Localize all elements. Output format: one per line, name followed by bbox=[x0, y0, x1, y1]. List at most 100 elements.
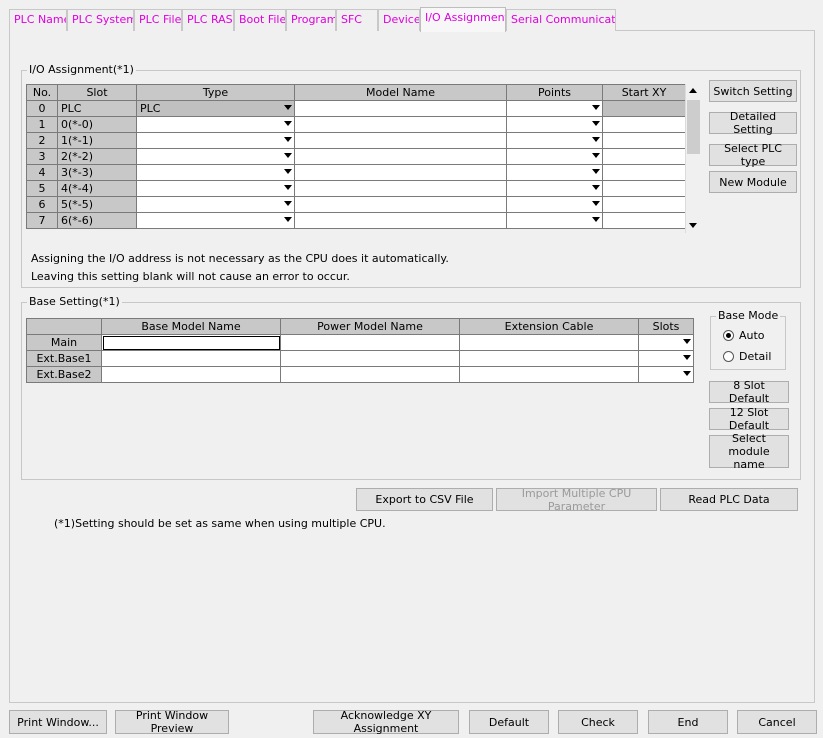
io-table-scrollbar[interactable] bbox=[685, 84, 701, 233]
type-value bbox=[138, 134, 141, 147]
start-xy-cell[interactable] bbox=[602, 132, 686, 149]
chevron-down-icon[interactable] bbox=[284, 105, 292, 110]
points-select[interactable] bbox=[506, 180, 603, 197]
model-name-cell[interactable] bbox=[294, 212, 507, 229]
chevron-down-icon[interactable] bbox=[592, 217, 600, 222]
points-select[interactable] bbox=[506, 132, 603, 149]
power-model-value bbox=[282, 336, 285, 349]
start-xy-cell[interactable] bbox=[602, 164, 686, 181]
points-select[interactable] bbox=[506, 100, 603, 117]
extension-cable-cell[interactable] bbox=[459, 334, 639, 351]
8-slot-default-button[interactable]: 8 Slot Default bbox=[709, 379, 789, 405]
model-name-cell[interactable] bbox=[294, 100, 507, 117]
extension-cable-cell[interactable] bbox=[459, 350, 639, 367]
print-window-button[interactable]: Print Window... bbox=[9, 710, 107, 734]
points-select[interactable] bbox=[506, 164, 603, 181]
default-button[interactable]: Default bbox=[469, 710, 549, 734]
row-number: 0 bbox=[26, 100, 58, 117]
base-mode-auto-radio[interactable]: Auto bbox=[723, 329, 765, 342]
start-xy-cell[interactable] bbox=[602, 116, 686, 133]
type-select[interactable] bbox=[136, 196, 295, 213]
chevron-down-icon[interactable] bbox=[683, 371, 691, 376]
slots-select[interactable] bbox=[638, 334, 694, 351]
chevron-down-icon[interactable] bbox=[592, 121, 600, 126]
read-plc-data-button[interactable]: Read PLC Data bbox=[660, 488, 798, 511]
tab-sfc[interactable]: SFC bbox=[336, 9, 378, 31]
tab-device[interactable]: Device bbox=[378, 9, 420, 31]
type-select[interactable] bbox=[136, 212, 295, 229]
type-select[interactable] bbox=[136, 148, 295, 165]
points-select[interactable] bbox=[506, 212, 603, 229]
start-xy-cell[interactable] bbox=[602, 196, 686, 213]
model-name-cell[interactable] bbox=[294, 116, 507, 133]
chevron-down-icon[interactable] bbox=[284, 153, 292, 158]
model-name-cell[interactable] bbox=[294, 180, 507, 197]
tab-serial-communication[interactable]: Serial Communication bbox=[506, 9, 616, 31]
chevron-down-icon[interactable] bbox=[284, 201, 292, 206]
chevron-down-icon[interactable] bbox=[683, 355, 691, 360]
switch-setting-button[interactable]: Switch Setting bbox=[709, 80, 797, 102]
base-model-cell[interactable] bbox=[101, 334, 281, 351]
start-xy-cell[interactable] bbox=[602, 100, 686, 117]
new-module-button[interactable]: New Module bbox=[709, 171, 797, 193]
chevron-down-icon[interactable] bbox=[284, 185, 292, 190]
model-name-cell[interactable] bbox=[294, 148, 507, 165]
type-select[interactable] bbox=[136, 180, 295, 197]
end-button[interactable]: End bbox=[648, 710, 728, 734]
tab-io-assignment[interactable]: I/O Assignment bbox=[420, 7, 506, 32]
tab-program[interactable]: Program bbox=[286, 9, 336, 31]
scroll-down-icon[interactable] bbox=[689, 223, 697, 228]
points-select[interactable] bbox=[506, 196, 603, 213]
extension-cable-cell[interactable] bbox=[459, 366, 639, 383]
chevron-down-icon[interactable] bbox=[592, 137, 600, 142]
type-select[interactable] bbox=[136, 164, 295, 181]
start-xy-cell[interactable] bbox=[602, 180, 686, 197]
start-xy-cell[interactable] bbox=[602, 148, 686, 165]
base-model-cell[interactable] bbox=[101, 366, 281, 383]
power-model-cell[interactable] bbox=[280, 334, 460, 351]
chevron-down-icon[interactable] bbox=[284, 121, 292, 126]
chevron-down-icon[interactable] bbox=[592, 185, 600, 190]
power-model-cell[interactable] bbox=[280, 350, 460, 367]
base-model-cell[interactable] bbox=[101, 350, 281, 367]
type-select[interactable] bbox=[136, 132, 295, 149]
12-slot-default-button[interactable]: 12 Slot Default bbox=[709, 406, 789, 432]
select-module-name-button[interactable]: Select module name bbox=[709, 432, 789, 471]
scroll-up-icon[interactable] bbox=[689, 88, 697, 93]
tab-plc-file[interactable]: PLC File bbox=[134, 9, 182, 31]
tab-plc-system[interactable]: PLC System bbox=[67, 9, 134, 31]
chevron-down-icon[interactable] bbox=[683, 339, 691, 344]
type-select[interactable]: PLC bbox=[136, 100, 295, 117]
cancel-button[interactable]: Cancel bbox=[737, 710, 817, 734]
scrollbar-thumb[interactable] bbox=[687, 100, 700, 154]
slots-select[interactable] bbox=[638, 366, 694, 383]
detailed-setting-button[interactable]: Detailed Setting bbox=[709, 110, 797, 136]
print-window-preview-button[interactable]: Print Window Preview bbox=[115, 709, 229, 735]
model-name-cell[interactable] bbox=[294, 196, 507, 213]
tab-boot-file[interactable]: Boot File bbox=[234, 9, 286, 31]
chevron-down-icon[interactable] bbox=[284, 217, 292, 222]
radio-checked-icon[interactable] bbox=[723, 330, 734, 341]
model-name-cell[interactable] bbox=[294, 132, 507, 149]
acknowledge-xy-assignment-button[interactable]: Acknowledge XY Assignment bbox=[313, 709, 459, 735]
chevron-down-icon[interactable] bbox=[284, 169, 292, 174]
power-model-cell[interactable] bbox=[280, 366, 460, 383]
points-select[interactable] bbox=[506, 116, 603, 133]
chevron-down-icon[interactable] bbox=[592, 201, 600, 206]
chevron-down-icon[interactable] bbox=[592, 153, 600, 158]
chevron-down-icon[interactable] bbox=[592, 169, 600, 174]
chevron-down-icon[interactable] bbox=[592, 105, 600, 110]
base-mode-detail-radio[interactable]: Detail bbox=[723, 350, 771, 363]
check-button[interactable]: Check bbox=[558, 710, 638, 734]
start-xy-cell[interactable] bbox=[602, 212, 686, 229]
tab-plc-name[interactable]: PLC Name bbox=[9, 9, 67, 31]
model-name-cell[interactable] bbox=[294, 164, 507, 181]
points-select[interactable] bbox=[506, 148, 603, 165]
chevron-down-icon[interactable] bbox=[284, 137, 292, 142]
select-plc-type-button[interactable]: Select PLC type bbox=[709, 142, 797, 168]
type-select[interactable] bbox=[136, 116, 295, 133]
tab-plc-ras[interactable]: PLC RAS bbox=[182, 9, 234, 31]
export-to-csv-button[interactable]: Export to CSV File bbox=[356, 488, 493, 511]
slots-select[interactable] bbox=[638, 350, 694, 367]
radio-unchecked-icon[interactable] bbox=[723, 351, 734, 362]
